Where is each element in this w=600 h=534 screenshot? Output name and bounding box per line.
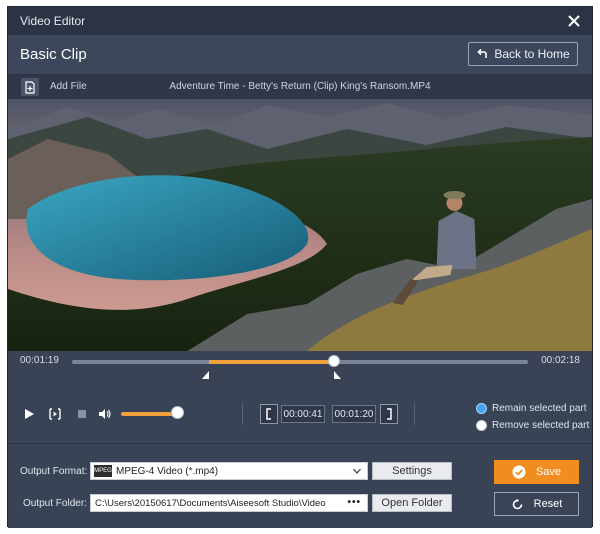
set-start-button[interactable] <box>260 404 278 424</box>
output-folder-label: Output Folder: <box>23 498 87 509</box>
output-folder-value: C:\Users\20150617\Documents\Aiseesoft St… <box>95 497 326 509</box>
save-button[interactable]: Save <box>494 460 579 484</box>
output-format-label: Output Format: <box>20 466 88 477</box>
title-bar: Video Editor <box>8 7 592 35</box>
current-time: 00:01:19 <box>20 355 59 366</box>
set-end-button[interactable] <box>380 404 398 424</box>
radio-button[interactable] <box>476 403 487 414</box>
output-format-value: MPEG-4 Video (*.mp4) <box>116 465 219 477</box>
timeline-track[interactable] <box>72 355 528 367</box>
divider <box>242 403 243 425</box>
end-time-field[interactable]: 00:01:20 <box>332 405 376 423</box>
end-marker[interactable] <box>334 371 342 379</box>
output-folder-field[interactable]: C:\Users\20150617\Documents\Aiseesoft St… <box>90 494 368 512</box>
open-folder-button[interactable]: Open Folder <box>372 494 452 512</box>
remove-selected-label: Remove selected part <box>492 420 590 431</box>
stop-icon[interactable] <box>75 407 89 421</box>
back-to-home-button[interactable]: Back to Home <box>468 42 578 66</box>
check-circle-icon <box>512 465 526 479</box>
file-bar: Add File Adventure Time - Betty's Return… <box>8 75 592 99</box>
settings-button[interactable]: Settings <box>372 462 452 480</box>
file-name: Adventure Time - Betty's Return (Clip) K… <box>169 81 431 92</box>
start-time-field[interactable]: 00:00:41 <box>281 405 325 423</box>
divider <box>414 403 415 425</box>
remain-selected-label: Remain selected part <box>492 403 587 414</box>
reset-label: Reset <box>533 498 563 510</box>
section-title: Basic Clip <box>20 46 87 63</box>
window-title: Video Editor <box>20 14 86 28</box>
back-to-home-label: Back to Home <box>494 47 570 61</box>
output-panel: Output Format: MPEG MPEG-4 Video (*.mp4)… <box>8 443 592 528</box>
browse-button[interactable]: ••• <box>347 497 361 508</box>
output-format-select[interactable]: MPEG MPEG-4 Video (*.mp4) <box>90 462 368 480</box>
mpeg-format-icon: MPEG <box>94 465 112 477</box>
video-editor-window: Video Editor Basic Clip Back to Home Add… <box>7 6 593 528</box>
volume-handle[interactable] <box>171 406 184 419</box>
section-header: Basic Clip Back to Home <box>8 35 592 75</box>
reset-icon <box>512 498 522 509</box>
save-label: Save <box>535 466 562 478</box>
playhead-handle[interactable] <box>328 355 341 367</box>
volume-icon[interactable] <box>98 407 112 421</box>
back-arrow-icon <box>477 48 488 58</box>
start-marker[interactable] <box>201 371 209 379</box>
step-frame-icon[interactable] <box>48 407 62 421</box>
radio-button[interactable] <box>476 420 487 431</box>
play-icon[interactable] <box>22 407 36 421</box>
volume-slider[interactable] <box>121 412 177 416</box>
playback-controls: 00:00:41 00:01:20 Remain selected part R… <box>8 389 592 443</box>
selected-range <box>208 360 335 364</box>
close-icon[interactable] <box>566 13 582 29</box>
remain-selected-option[interactable]: Remain selected part <box>476 403 587 414</box>
remove-selected-option[interactable]: Remove selected part <box>476 420 589 431</box>
chevron-down-icon <box>353 468 361 474</box>
reset-button[interactable]: Reset <box>494 492 579 516</box>
timeline: 00:01:19 00:02:18 <box>8 351 592 389</box>
total-time: 00:02:18 <box>541 355 580 366</box>
video-preview[interactable] <box>8 99 592 351</box>
